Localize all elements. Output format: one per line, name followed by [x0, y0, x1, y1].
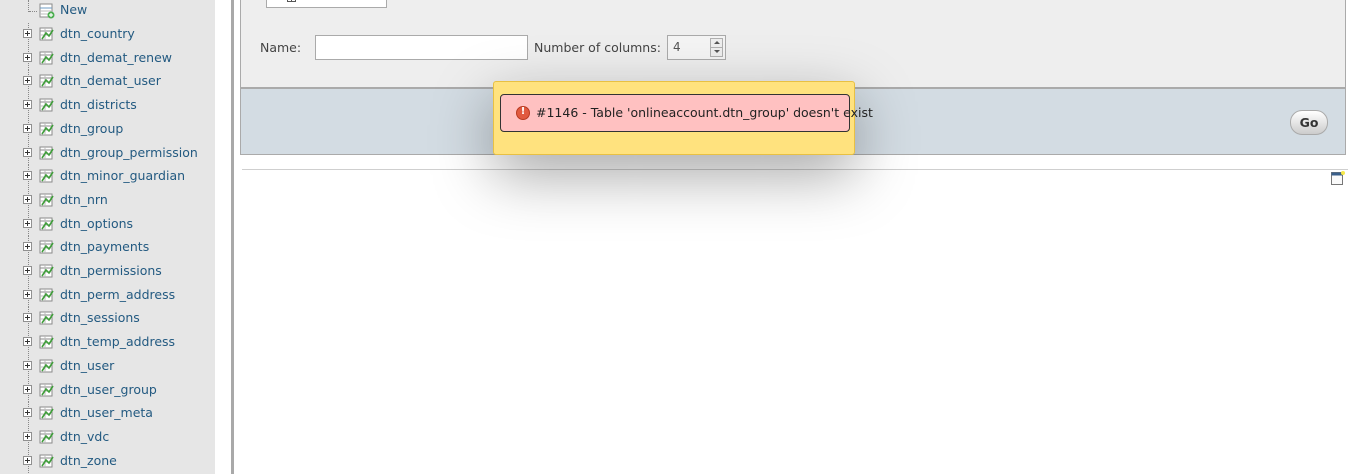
name-label: Name: [260, 40, 302, 55]
tree-item-new[interactable]: New [0, 0, 215, 23]
error-message: #1146 - Table 'onlineaccount.dtn_group' … [536, 105, 873, 120]
expand-icon[interactable] [23, 408, 32, 417]
expand-icon[interactable] [23, 432, 32, 441]
tree-item-table[interactable]: dtn_vdc [0, 426, 215, 449]
table-icon[interactable] [37, 310, 55, 326]
table-icon[interactable] [37, 216, 55, 232]
expand-icon[interactable] [23, 266, 32, 275]
tree-item-label[interactable]: dtn_demat_renew [60, 50, 172, 65]
expand-icon[interactable] [23, 313, 32, 322]
tree-item-table[interactable]: dtn_permissions [0, 260, 215, 283]
tree-item-table[interactable]: dtn_nrn [0, 189, 215, 212]
tree-item-label[interactable]: dtn_districts [60, 97, 137, 112]
tree-item-label[interactable]: dtn_country [60, 26, 135, 41]
spin-up-icon[interactable] [711, 39, 722, 48]
tree-item-table[interactable]: dtn_user [0, 355, 215, 378]
expand-icon[interactable] [23, 456, 32, 465]
columns-value: 4 [673, 40, 681, 54]
table-icon[interactable] [37, 121, 55, 137]
tree-item-label[interactable]: dtn_payments [60, 239, 149, 254]
expand-icon[interactable] [23, 337, 32, 346]
table-icon[interactable] [37, 405, 55, 421]
expand-icon[interactable] [23, 290, 32, 299]
error-popup: #1146 - Table 'onlineaccount.dtn_group' … [493, 81, 873, 155]
tree-item-table[interactable]: dtn_user_meta [0, 402, 215, 425]
create-table-fieldset: Name: Number of columns: 4 [240, 0, 1346, 88]
spin-down-icon[interactable] [711, 48, 722, 56]
expand-icon[interactable] [23, 219, 32, 228]
table-icon[interactable] [37, 192, 55, 208]
expand-icon[interactable] [23, 100, 32, 109]
table-icon[interactable] [37, 50, 55, 66]
expand-icon[interactable] [23, 124, 32, 133]
tree-item-table[interactable]: dtn_payments [0, 236, 215, 259]
table-icon[interactable] [37, 429, 55, 445]
divider-line [242, 169, 1348, 170]
tree-item-label[interactable]: dtn_user [60, 358, 114, 373]
table-icon [287, 0, 296, 2]
console-toggle-icon[interactable] [1330, 171, 1345, 186]
navigation-panel: New dtn_country dtn_demat_renew dtn_demat_… [0, 0, 215, 474]
tree-item-label[interactable]: dtn_vdc [60, 429, 109, 444]
tree-item-table[interactable]: dtn_zone [0, 450, 215, 473]
columns-spinner[interactable] [710, 38, 723, 57]
tree-item-label[interactable]: dtn_sessions [60, 310, 140, 325]
table-icon[interactable] [37, 263, 55, 279]
expand-icon[interactable] [23, 148, 32, 157]
tree-item-label[interactable]: New [60, 2, 87, 17]
error-message-box: #1146 - Table 'onlineaccount.dtn_group' … [500, 94, 873, 132]
table-icon[interactable] [37, 145, 55, 161]
table-icon[interactable] [37, 334, 55, 350]
tree-item-label[interactable]: dtn_user_meta [60, 405, 153, 420]
tree-item-table[interactable]: dtn_group_permission [0, 142, 215, 165]
tree-item-label[interactable]: dtn_demat_user [60, 73, 161, 88]
table-name-input[interactable] [315, 35, 528, 60]
table-icon[interactable] [37, 26, 55, 42]
tree-item-table[interactable]: dtn_minor_guardian [0, 165, 215, 188]
main-content: Name: Number of columns: 4 [234, 0, 1352, 474]
table-icon[interactable] [37, 287, 55, 303]
tree-item-label[interactable]: dtn_group [60, 121, 123, 136]
number-of-columns-input[interactable]: 4 [667, 35, 726, 60]
tree-item-table[interactable]: dtn_temp_address [0, 331, 215, 354]
tree-item-table[interactable]: dtn_demat_renew [0, 47, 215, 70]
tree-item-table[interactable]: dtn_country [0, 23, 215, 46]
expand-icon[interactable] [23, 385, 32, 394]
tree-item-table[interactable]: dtn_user_group [0, 379, 215, 402]
expand-icon[interactable] [23, 53, 32, 62]
tree-item-label[interactable]: dtn_group_permission [60, 145, 198, 160]
table-icon[interactable] [37, 453, 55, 469]
tree-item-table[interactable]: dtn_demat_user [0, 70, 215, 93]
expand-icon[interactable] [23, 242, 32, 251]
tree-item-label[interactable]: dtn_zone [60, 453, 117, 468]
dropdown-menu-remnant [266, 0, 387, 8]
expand-icon[interactable] [23, 195, 32, 204]
table-icon[interactable] [37, 168, 55, 184]
tree-item-table[interactable]: dtn_sessions [0, 307, 215, 330]
tree-item-table[interactable]: dtn_perm_address [0, 284, 215, 307]
expand-icon[interactable] [23, 29, 32, 38]
tree-item-label[interactable]: dtn_minor_guardian [60, 168, 185, 183]
tree-item-table[interactable]: dtn_options [0, 213, 215, 236]
table-icon[interactable] [37, 73, 55, 89]
columns-label: Number of columns: [534, 40, 661, 55]
tree-item-label[interactable]: dtn_nrn [60, 192, 108, 207]
table-icon[interactable] [37, 382, 55, 398]
expand-icon[interactable] [23, 76, 32, 85]
tree-item-label[interactable]: dtn_user_group [60, 382, 157, 397]
table-icon[interactable] [37, 239, 55, 255]
tree-item-table[interactable]: dtn_group [0, 118, 215, 141]
tree-item-label[interactable]: dtn_temp_address [60, 334, 175, 349]
tree-item-table[interactable]: dtn_districts [0, 94, 215, 117]
expand-icon[interactable] [23, 171, 32, 180]
table-icon[interactable] [37, 358, 55, 374]
go-button[interactable]: Go [1290, 110, 1328, 135]
tree-item-label[interactable]: dtn_permissions [60, 263, 162, 278]
new-table-icon [39, 3, 55, 19]
error-icon [516, 106, 530, 120]
tree-item-label[interactable]: dtn_perm_address [60, 287, 175, 302]
table-icon[interactable] [37, 97, 55, 113]
expand-icon[interactable] [23, 361, 32, 370]
tree-item-label[interactable]: dtn_options [60, 216, 133, 231]
